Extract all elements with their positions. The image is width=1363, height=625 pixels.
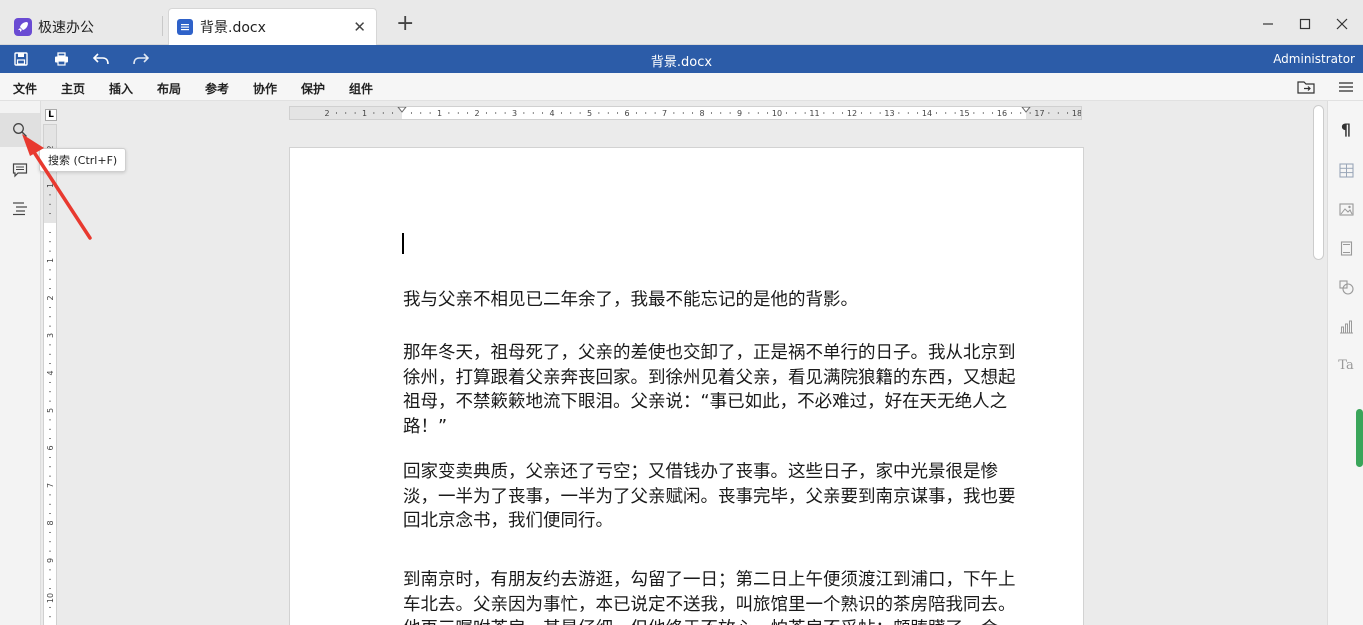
tab-stop-selector[interactable]: L [45,109,57,121]
svg-text:18: 18 [1072,109,1081,118]
svg-text:9: 9 [46,558,55,563]
svg-text:3: 3 [46,333,55,338]
paragraph-settings-icon[interactable]: ¶ [1338,122,1354,138]
text-art-icon[interactable]: Ta [1338,357,1354,373]
table-settings-icon[interactable] [1338,162,1354,178]
tab-label: 极速办公 [38,19,94,36]
rocket-icon [14,17,32,36]
menu-bar: 文件 主页 插入 布局 参考 协作 保护 组件 [0,73,1363,101]
hamburger-menu-icon[interactable] [1338,79,1356,95]
svg-text:4: 4 [549,109,554,118]
svg-text:5: 5 [46,408,55,413]
paragraph[interactable]: 那年冬天，祖母死了，父亲的差使也交卸了，正是祸不单行的日子。我从北京到徐州，打算… [403,341,1025,439]
svg-text:8: 8 [699,109,704,118]
svg-text:4: 4 [46,370,55,375]
outline-icon [13,202,27,216]
svg-text:2: 2 [474,109,479,118]
paragraph[interactable]: 我与父亲不相见已二年余了，我最不能忘记的是他的背影。 [403,288,1025,313]
menu-layout[interactable]: 布局 [157,80,181,97]
document-icon [177,19,193,35]
svg-text:13: 13 [884,109,894,118]
menu-references[interactable]: 参考 [205,80,229,97]
svg-text:3: 3 [512,109,517,118]
svg-text:10: 10 [772,109,782,118]
menu-file[interactable]: 文件 [13,80,37,97]
svg-text:1: 1 [46,258,55,263]
menu-protect[interactable]: 保护 [301,80,325,97]
tab-document[interactable]: 背景.docx ✕ [168,8,377,45]
svg-text:11: 11 [809,109,819,118]
svg-text:7: 7 [46,483,55,488]
scrollbar-thumb[interactable] [1313,105,1324,260]
svg-text:17: 17 [1034,109,1044,118]
horizontal-ruler[interactable]: 2 1 1 2 3 4 5 6 7 8 9 10 11 12 13 14 15 16 17 18 [289,106,1082,120]
paragraph[interactable]: 回家变卖典质，父亲还了亏空；又借钱办了丧事。这些日子，家中光景很是惨淡，一半为了… [403,460,1025,534]
user-name[interactable]: Administrator [1273,52,1355,66]
svg-text:1: 1 [437,109,442,118]
close-tab-icon[interactable]: ✕ [353,18,366,36]
minimize-icon[interactable] [1258,14,1278,34]
shape-settings-icon[interactable] [1338,279,1354,295]
header-footer-icon[interactable] [1338,240,1354,256]
image-settings-icon[interactable] [1338,201,1354,217]
right-sidebar: ¶ Ta [1327,101,1363,625]
open-file-location-icon[interactable] [1297,79,1315,95]
svg-text:12: 12 [847,109,857,118]
comment-icon [12,163,28,178]
panel-resize-handle[interactable] [1356,409,1363,467]
vertical-scrollbar[interactable] [1311,101,1327,625]
add-tab-icon[interactable]: + [396,13,414,35]
tab-bar: 极速办公 背景.docx ✕ + [0,0,1363,45]
title-bar: 背景.docx Administrator [0,45,1363,73]
svg-text:1: 1 [46,183,55,188]
document-page[interactable]: 我与父亲不相见已二年余了，我最不能忘记的是他的背影。 那年冬天，祖母死了，父亲的… [289,147,1084,625]
paragraph[interactable]: 到南京时，有朋友约去游逛，勾留了一日；第二日上午便须渡江到浦口，下午上车北去。父… [403,568,1025,625]
navigation-button[interactable] [0,191,40,225]
svg-text:6: 6 [46,445,55,450]
menu-plugins[interactable]: 组件 [349,80,373,97]
svg-text:15: 15 [959,109,969,118]
text-cursor [402,233,404,254]
document-title: 背景.docx [650,55,713,70]
close-window-icon[interactable] [1332,14,1352,34]
menu-collaboration[interactable]: 协作 [253,80,277,97]
svg-text:10: 10 [46,593,55,603]
svg-text:8: 8 [46,520,55,525]
svg-text:6: 6 [624,109,629,118]
chart-settings-icon[interactable] [1338,318,1354,334]
tab-separator [162,16,163,36]
search-icon [13,123,27,137]
svg-text:9: 9 [737,109,742,118]
left-sidebar [0,101,41,625]
maximize-icon[interactable] [1295,14,1315,34]
search-button[interactable] [0,113,40,147]
vertical-ruler[interactable]: 2112345678910 [43,124,57,625]
svg-text:16: 16 [997,109,1007,118]
svg-text:2: 2 [46,295,55,300]
menu-home[interactable]: 主页 [61,80,85,97]
svg-text:14: 14 [922,109,932,118]
tab-label: 背景.docx [200,20,266,36]
tab-home[interactable]: 极速办公 [6,8,162,45]
menu-insert[interactable]: 插入 [109,80,133,97]
svg-text:2: 2 [324,109,329,118]
svg-text:1: 1 [362,109,367,118]
svg-text:7: 7 [662,109,667,118]
svg-text:5: 5 [587,109,592,118]
search-tooltip: 搜索 (Ctrl+F) [39,148,127,172]
comments-button[interactable] [0,153,40,187]
